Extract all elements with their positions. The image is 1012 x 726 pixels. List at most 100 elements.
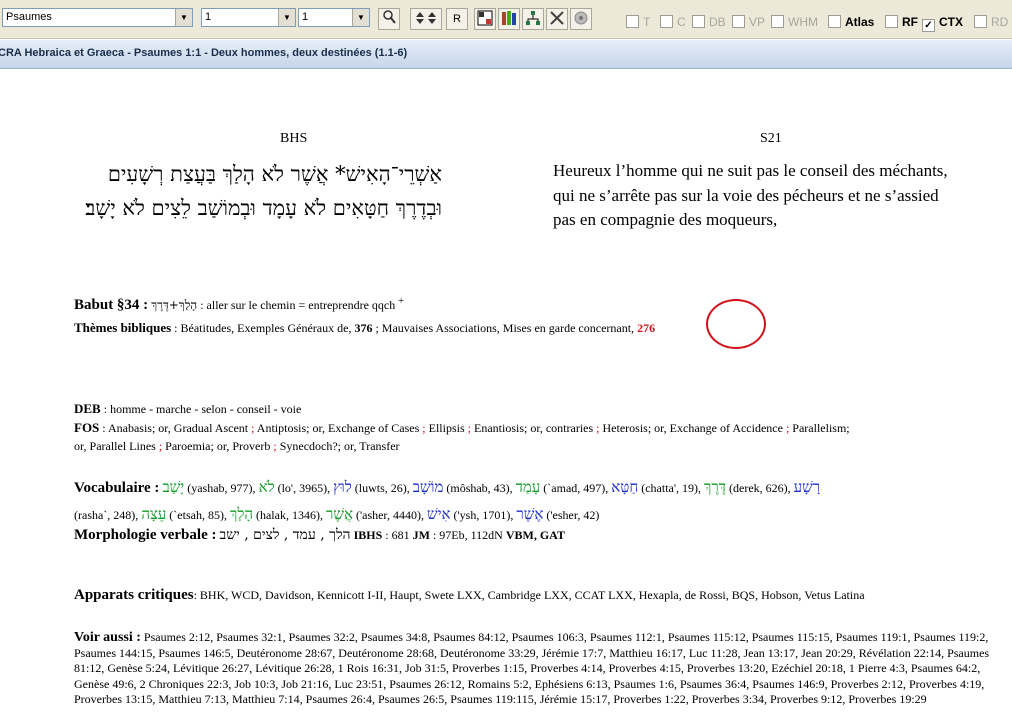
jm-label: JM bbox=[412, 528, 430, 542]
s21-header: S21 bbox=[760, 131, 782, 146]
chevron-down-icon[interactable]: ▼ bbox=[278, 9, 295, 26]
checkbox-label: CTX bbox=[939, 15, 963, 29]
checkbox-box bbox=[732, 15, 745, 28]
voir-aussi-label: Voir aussi : bbox=[74, 630, 141, 645]
vocab-word[interactable]: מוֹשָׁב bbox=[413, 478, 444, 496]
vocab-word[interactable]: הָלַךְ bbox=[230, 505, 253, 523]
babut-sup: + bbox=[398, 296, 404, 307]
themes-text-1: : Béatitudes, Exemples Généraux de, bbox=[174, 321, 352, 335]
morphologie-hebrew: הלך , עמד , לצים , ישב bbox=[219, 527, 351, 543]
checkbox-c[interactable]: C bbox=[660, 15, 686, 29]
apparats-text: : BHK, WCD, Davidson, Kennicott I-II, Ha… bbox=[193, 588, 865, 602]
fos-item[interactable]: : Anabasis; or, Gradual Ascent bbox=[102, 421, 248, 435]
vocab-word[interactable]: עֵצָה bbox=[141, 505, 166, 523]
fos-item[interactable]: Parallelism; bbox=[792, 421, 849, 435]
bhs-header: BHS bbox=[280, 131, 308, 146]
hebrew-verse-line-2: וּבְדֶרֶךְ חַטָּאִים לֹא עָמָד וּבְמוֹשַ… bbox=[85, 196, 442, 220]
vocab-word[interactable]: דֶּרֶךְ bbox=[704, 478, 726, 496]
vocab-word[interactable]: אִישׁ bbox=[427, 505, 451, 523]
deb-line: DEB : homme - marche - selon - conseil -… bbox=[74, 401, 301, 417]
r-button[interactable]: R bbox=[446, 8, 468, 30]
checkbox-box bbox=[885, 15, 898, 28]
vocab-word[interactable]: רָשָׁע bbox=[794, 478, 820, 496]
hebrew-verse-line-1: אַשְׁרֵי־הָאִישׁ* אֲשֶׁר לֹא הָלַךְ בַּע… bbox=[107, 162, 442, 186]
document-title: CRA Hebraica et Graeca - Psaumes 1:1 - D… bbox=[0, 47, 408, 59]
checkbox-label: RF bbox=[902, 15, 918, 29]
books-icon[interactable] bbox=[498, 8, 520, 30]
book-select[interactable]: Psaumes ▼ bbox=[2, 8, 193, 27]
fos-item[interactable]: or, Parallel Lines bbox=[74, 439, 156, 453]
vocab-word[interactable]: אֶשֶׁר bbox=[516, 505, 543, 523]
vocab-translit: (`etsah, 85), bbox=[169, 508, 227, 522]
chevron-down-icon[interactable]: ▼ bbox=[352, 9, 369, 26]
checkbox-box bbox=[828, 15, 841, 28]
vocab-translit: (lo', 3965), bbox=[277, 481, 331, 495]
fos-item[interactable]: Paroemia; or, Proverb bbox=[165, 439, 270, 453]
find-icon[interactable] bbox=[378, 8, 400, 30]
verse-select[interactable]: 1 ▼ bbox=[298, 8, 370, 27]
vocab-translit: (môshab, 43), bbox=[446, 481, 513, 495]
morphologie-label: Morphologie verbale : bbox=[74, 527, 217, 543]
network-icon[interactable] bbox=[522, 8, 544, 30]
vocab-translit: ('esher, 42) bbox=[546, 508, 600, 522]
vocab-word[interactable]: לֹא bbox=[259, 478, 275, 496]
vocab-translit: (yashab, 977), bbox=[187, 481, 256, 495]
fos-item[interactable]: Heterosis; or, Exchange of Accidence bbox=[603, 421, 783, 435]
themes-number-2[interactable]: 276 bbox=[637, 321, 655, 335]
vocab-word[interactable]: עָמַד bbox=[516, 478, 541, 496]
checkbox-label: VP bbox=[749, 15, 766, 29]
checkbox-ctx[interactable]: ✓ CTX bbox=[922, 15, 963, 32]
vocabulaire-block: Vocabulaire : יָשַׁב (yashab, 977), לֹא … bbox=[74, 474, 994, 528]
vocab-translit: (chatta', 19), bbox=[641, 481, 702, 495]
checkbox-label: RD bbox=[991, 15, 1009, 29]
deb-text: : homme - marche - selon - conseil - voi… bbox=[103, 402, 302, 416]
morphologie-line: Morphologie verbale : הלך , עמד , לצים ,… bbox=[74, 527, 565, 544]
grid-icon[interactable] bbox=[474, 8, 496, 30]
french-verse-line-1: Heureux l’homme qui ne suit pas le conse… bbox=[553, 161, 948, 180]
document-titlebar: CRA Hebraica et Graeca - Psaumes 1:1 - D… bbox=[0, 40, 1012, 69]
checkbox-whm[interactable]: WHM bbox=[771, 15, 818, 29]
gat-link[interactable]: GAT bbox=[540, 528, 565, 542]
checkbox-box bbox=[660, 15, 673, 28]
chapter-select-value: 1 bbox=[205, 11, 212, 23]
jm-value: : 97Eb, 112dN bbox=[432, 528, 503, 542]
ibhs-value: : 681 bbox=[385, 528, 410, 542]
vocab-translit: (derek, 626), bbox=[729, 481, 791, 495]
fos-label: FOS bbox=[74, 420, 100, 435]
checkbox-atlas[interactable]: Atlas bbox=[828, 15, 874, 29]
chapter-select[interactable]: 1 ▼ bbox=[201, 8, 296, 27]
tools-icon[interactable] bbox=[546, 8, 568, 30]
chevron-down-icon[interactable]: ▼ bbox=[175, 9, 192, 26]
vbm-link[interactable]: VBM, bbox=[506, 528, 537, 542]
voir-aussi-refs[interactable]: Psaumes 2:12, Psaumes 32:1, Psaumes 32:2… bbox=[74, 630, 989, 706]
fos-item[interactable]: Ellipsis bbox=[429, 421, 465, 435]
vocab-translit: (halak, 1346), bbox=[255, 508, 323, 522]
checkbox-rf[interactable]: RF bbox=[885, 15, 918, 29]
fos-item[interactable]: Synecdoch?; or, Transfer bbox=[280, 439, 400, 453]
vocab-word[interactable]: לוּץ bbox=[333, 478, 352, 496]
checkbox-db[interactable]: DB bbox=[692, 15, 726, 29]
vocab-word[interactable]: אֲשֶׁר bbox=[326, 505, 353, 523]
fos-item[interactable]: Enantiosis; or, contraries bbox=[474, 421, 593, 435]
vocab-translit: (luwts, 26), bbox=[354, 481, 410, 495]
checkbox-box bbox=[974, 15, 987, 28]
vocab-word[interactable]: יָשַׁב bbox=[162, 478, 184, 496]
checkbox-t[interactable]: T bbox=[626, 15, 650, 29]
ibhs-label: IBHS bbox=[353, 528, 383, 542]
book-select-value: Psaumes bbox=[6, 11, 52, 23]
voir-aussi-block: Voir aussi : Psaumes 2:12, Psaumes 32:1,… bbox=[74, 630, 992, 708]
checkbox-label: WHM bbox=[788, 15, 818, 29]
checkbox-label: T bbox=[643, 15, 651, 29]
themes-number-1[interactable]: 376 bbox=[354, 321, 372, 335]
checkbox-rd[interactable]: RD bbox=[974, 15, 1008, 29]
checkbox-vp[interactable]: VP bbox=[732, 15, 765, 29]
vocab-translit: (rasha`, 248), bbox=[74, 508, 139, 522]
vocab-word[interactable]: חַטָּא bbox=[611, 478, 638, 496]
fos-item[interactable]: Antiptosis; or, Exchange of Cases bbox=[257, 421, 420, 435]
vocab-translit: (`amad, 497), bbox=[543, 481, 609, 495]
checkbox-box bbox=[771, 15, 784, 28]
apparats-line: Apparats critiques: BHK, WCD, Davidson, … bbox=[74, 587, 865, 604]
vocab-translit: ('asher, 4440), bbox=[355, 508, 424, 522]
audio-icon[interactable] bbox=[570, 8, 592, 30]
up-down-spinner[interactable] bbox=[410, 8, 442, 30]
